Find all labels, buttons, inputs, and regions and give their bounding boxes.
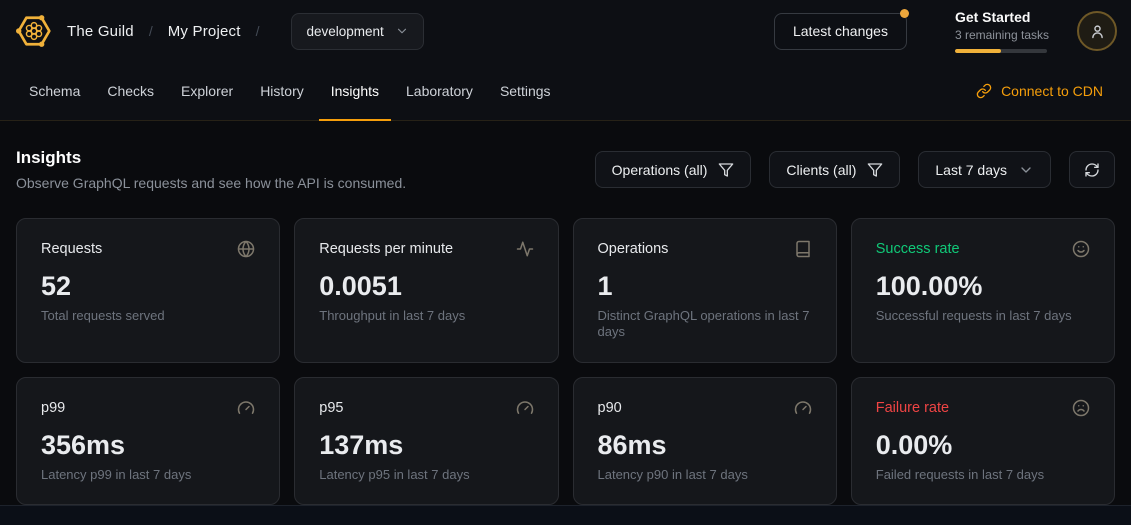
page-subtitle: Observe GraphQL requests and see how the… [16, 175, 406, 191]
globe-icon [237, 240, 255, 258]
metric-card-description: Latency p99 in last 7 days [41, 467, 255, 483]
metric-card-title: Success rate [876, 241, 960, 257]
metric-card-value: 356ms [41, 430, 255, 461]
latest-changes-label: Latest changes [793, 23, 888, 39]
filter-icon [718, 162, 734, 178]
metric-card-description: Distinct GraphQL operations in last 7 da… [598, 308, 812, 341]
chevron-down-icon [1018, 162, 1034, 178]
connect-to-cdn-label: Connect to CDN [1001, 83, 1103, 99]
metric-card-description: Total requests served [41, 308, 255, 324]
filters-toolbar: Operations (all) Clients (all) Last 7 da… [595, 151, 1115, 188]
notification-dot [900, 9, 909, 18]
date-range-select[interactable]: Last 7 days [918, 151, 1051, 188]
hive-logo-icon[interactable] [14, 12, 54, 50]
refresh-icon [1084, 162, 1100, 178]
metric-cards-grid: Requests 52 Total requests served Reques… [16, 218, 1115, 505]
environment-select-value: development [306, 24, 383, 39]
metric-card-value: 100.00% [876, 271, 1090, 302]
book-icon [794, 240, 812, 258]
gauge-icon [237, 399, 255, 417]
gauge-icon [516, 399, 534, 417]
get-started-progress-fill [955, 49, 1001, 53]
link-icon [976, 83, 992, 99]
clients-filter-button[interactable]: Clients (all) [769, 151, 900, 188]
metric-card-title: Requests [41, 241, 102, 257]
get-started-title: Get Started [955, 9, 1049, 25]
metric-card-title: p90 [598, 400, 622, 416]
chevron-down-icon [395, 24, 409, 38]
nav-tabs: SchemaChecksExplorerHistoryInsightsLabor… [17, 62, 566, 120]
refresh-button[interactable] [1069, 151, 1115, 188]
tab-schema[interactable]: Schema [17, 62, 92, 120]
frown-icon [1072, 399, 1090, 417]
metric-card: Requests 52 Total requests served [16, 218, 280, 363]
metric-card-value: 86ms [598, 430, 812, 461]
metric-card-description: Successful requests in last 7 days [876, 308, 1090, 324]
metric-card: p90 86ms Latency p90 in last 7 days [573, 377, 837, 505]
metric-card-value: 0.00% [876, 430, 1090, 461]
connect-to-cdn-link[interactable]: Connect to CDN [976, 62, 1103, 120]
top-bar-right: Latest changes Get Started 3 remaining t… [774, 9, 1117, 53]
tab-checks[interactable]: Checks [95, 62, 166, 120]
get-started-progress [955, 49, 1047, 53]
metric-card: p95 137ms Latency p95 in last 7 days [294, 377, 558, 505]
metric-card-title: Operations [598, 241, 669, 257]
main-content: Insights Observe GraphQL requests and se… [0, 121, 1131, 505]
tab-laboratory[interactable]: Laboratory [394, 62, 485, 120]
get-started-widget[interactable]: Get Started 3 remaining tasks [955, 9, 1049, 53]
metric-card: Success rate 100.00% Successful requests… [851, 218, 1115, 363]
tab-settings[interactable]: Settings [488, 62, 563, 120]
app-window: The Guild / My Project / development Lat… [0, 0, 1131, 523]
page-header: Insights Observe GraphQL requests and se… [16, 148, 406, 191]
breadcrumb-separator: / [149, 23, 153, 39]
latest-changes-button[interactable]: Latest changes [774, 13, 907, 50]
metric-card-description: Latency p90 in last 7 days [598, 467, 812, 483]
metric-card-title: Failure rate [876, 400, 949, 416]
breadcrumb-org[interactable]: The Guild [67, 23, 134, 40]
user-icon [1089, 23, 1106, 40]
metric-card-value: 1 [598, 271, 812, 302]
metric-card-title: p95 [319, 400, 343, 416]
metric-card-title: p99 [41, 400, 65, 416]
metric-card-value: 137ms [319, 430, 533, 461]
tab-explorer[interactable]: Explorer [169, 62, 245, 120]
top-bar: The Guild / My Project / development Lat… [0, 0, 1131, 62]
smile-icon [1072, 240, 1090, 258]
page-title: Insights [16, 148, 406, 168]
tab-insights[interactable]: Insights [319, 62, 391, 120]
metric-card-description: Latency p95 in last 7 days [319, 467, 533, 483]
activity-icon [516, 240, 534, 258]
metric-card-description: Throughput in last 7 days [319, 308, 533, 324]
filter-icon [867, 162, 883, 178]
footer [0, 505, 1131, 525]
metric-card: p99 356ms Latency p99 in last 7 days [16, 377, 280, 505]
gauge-icon [794, 399, 812, 417]
metric-card-title: Requests per minute [319, 241, 453, 257]
tab-history[interactable]: History [248, 62, 316, 120]
metric-card-value: 0.0051 [319, 271, 533, 302]
environment-select[interactable]: development [291, 13, 423, 50]
metric-card-value: 52 [41, 271, 255, 302]
operations-filter-label: Operations (all) [612, 162, 708, 178]
nav-bar: SchemaChecksExplorerHistoryInsightsLabor… [0, 62, 1131, 121]
metric-card: Requests per minute 0.0051 Throughput in… [294, 218, 558, 363]
get-started-subtitle: 3 remaining tasks [955, 28, 1049, 42]
user-avatar[interactable] [1077, 11, 1117, 51]
metric-card: Operations 1 Distinct GraphQL operations… [573, 218, 837, 363]
breadcrumb-separator: / [256, 23, 260, 39]
breadcrumb-project[interactable]: My Project [168, 23, 241, 40]
metric-card: Failure rate 0.00% Failed requests in la… [851, 377, 1115, 505]
date-range-value: Last 7 days [935, 162, 1007, 178]
clients-filter-label: Clients (all) [786, 162, 856, 178]
metric-card-description: Failed requests in last 7 days [876, 467, 1090, 483]
operations-filter-button[interactable]: Operations (all) [595, 151, 752, 188]
